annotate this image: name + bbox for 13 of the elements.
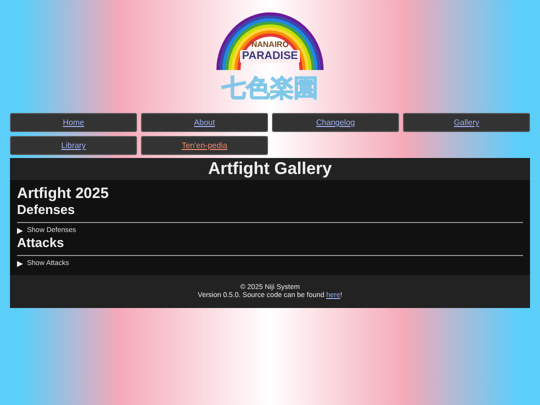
nav-link[interactable]: Ten'en-pedia: [141, 136, 268, 155]
section-heading: Attacks: [17, 235, 65, 251]
logo-subtitle: NANAIRO: [250, 40, 290, 49]
logo-kanji: 七色楽園: [222, 74, 318, 104]
nav-link[interactable]: Gallery: [403, 113, 530, 132]
nav-link[interactable]: Changelog: [272, 113, 399, 132]
gallery-heading: Artfight 2025: [17, 186, 110, 202]
nav-link[interactable]: About: [141, 113, 268, 132]
page-title: Artfight Gallery: [10, 158, 530, 180]
nav-link[interactable]: Home: [10, 113, 137, 132]
nav-link[interactable]: Library: [10, 136, 137, 155]
section-heading: Defenses: [17, 202, 76, 218]
logo-title: PARADISE: [240, 50, 300, 63]
